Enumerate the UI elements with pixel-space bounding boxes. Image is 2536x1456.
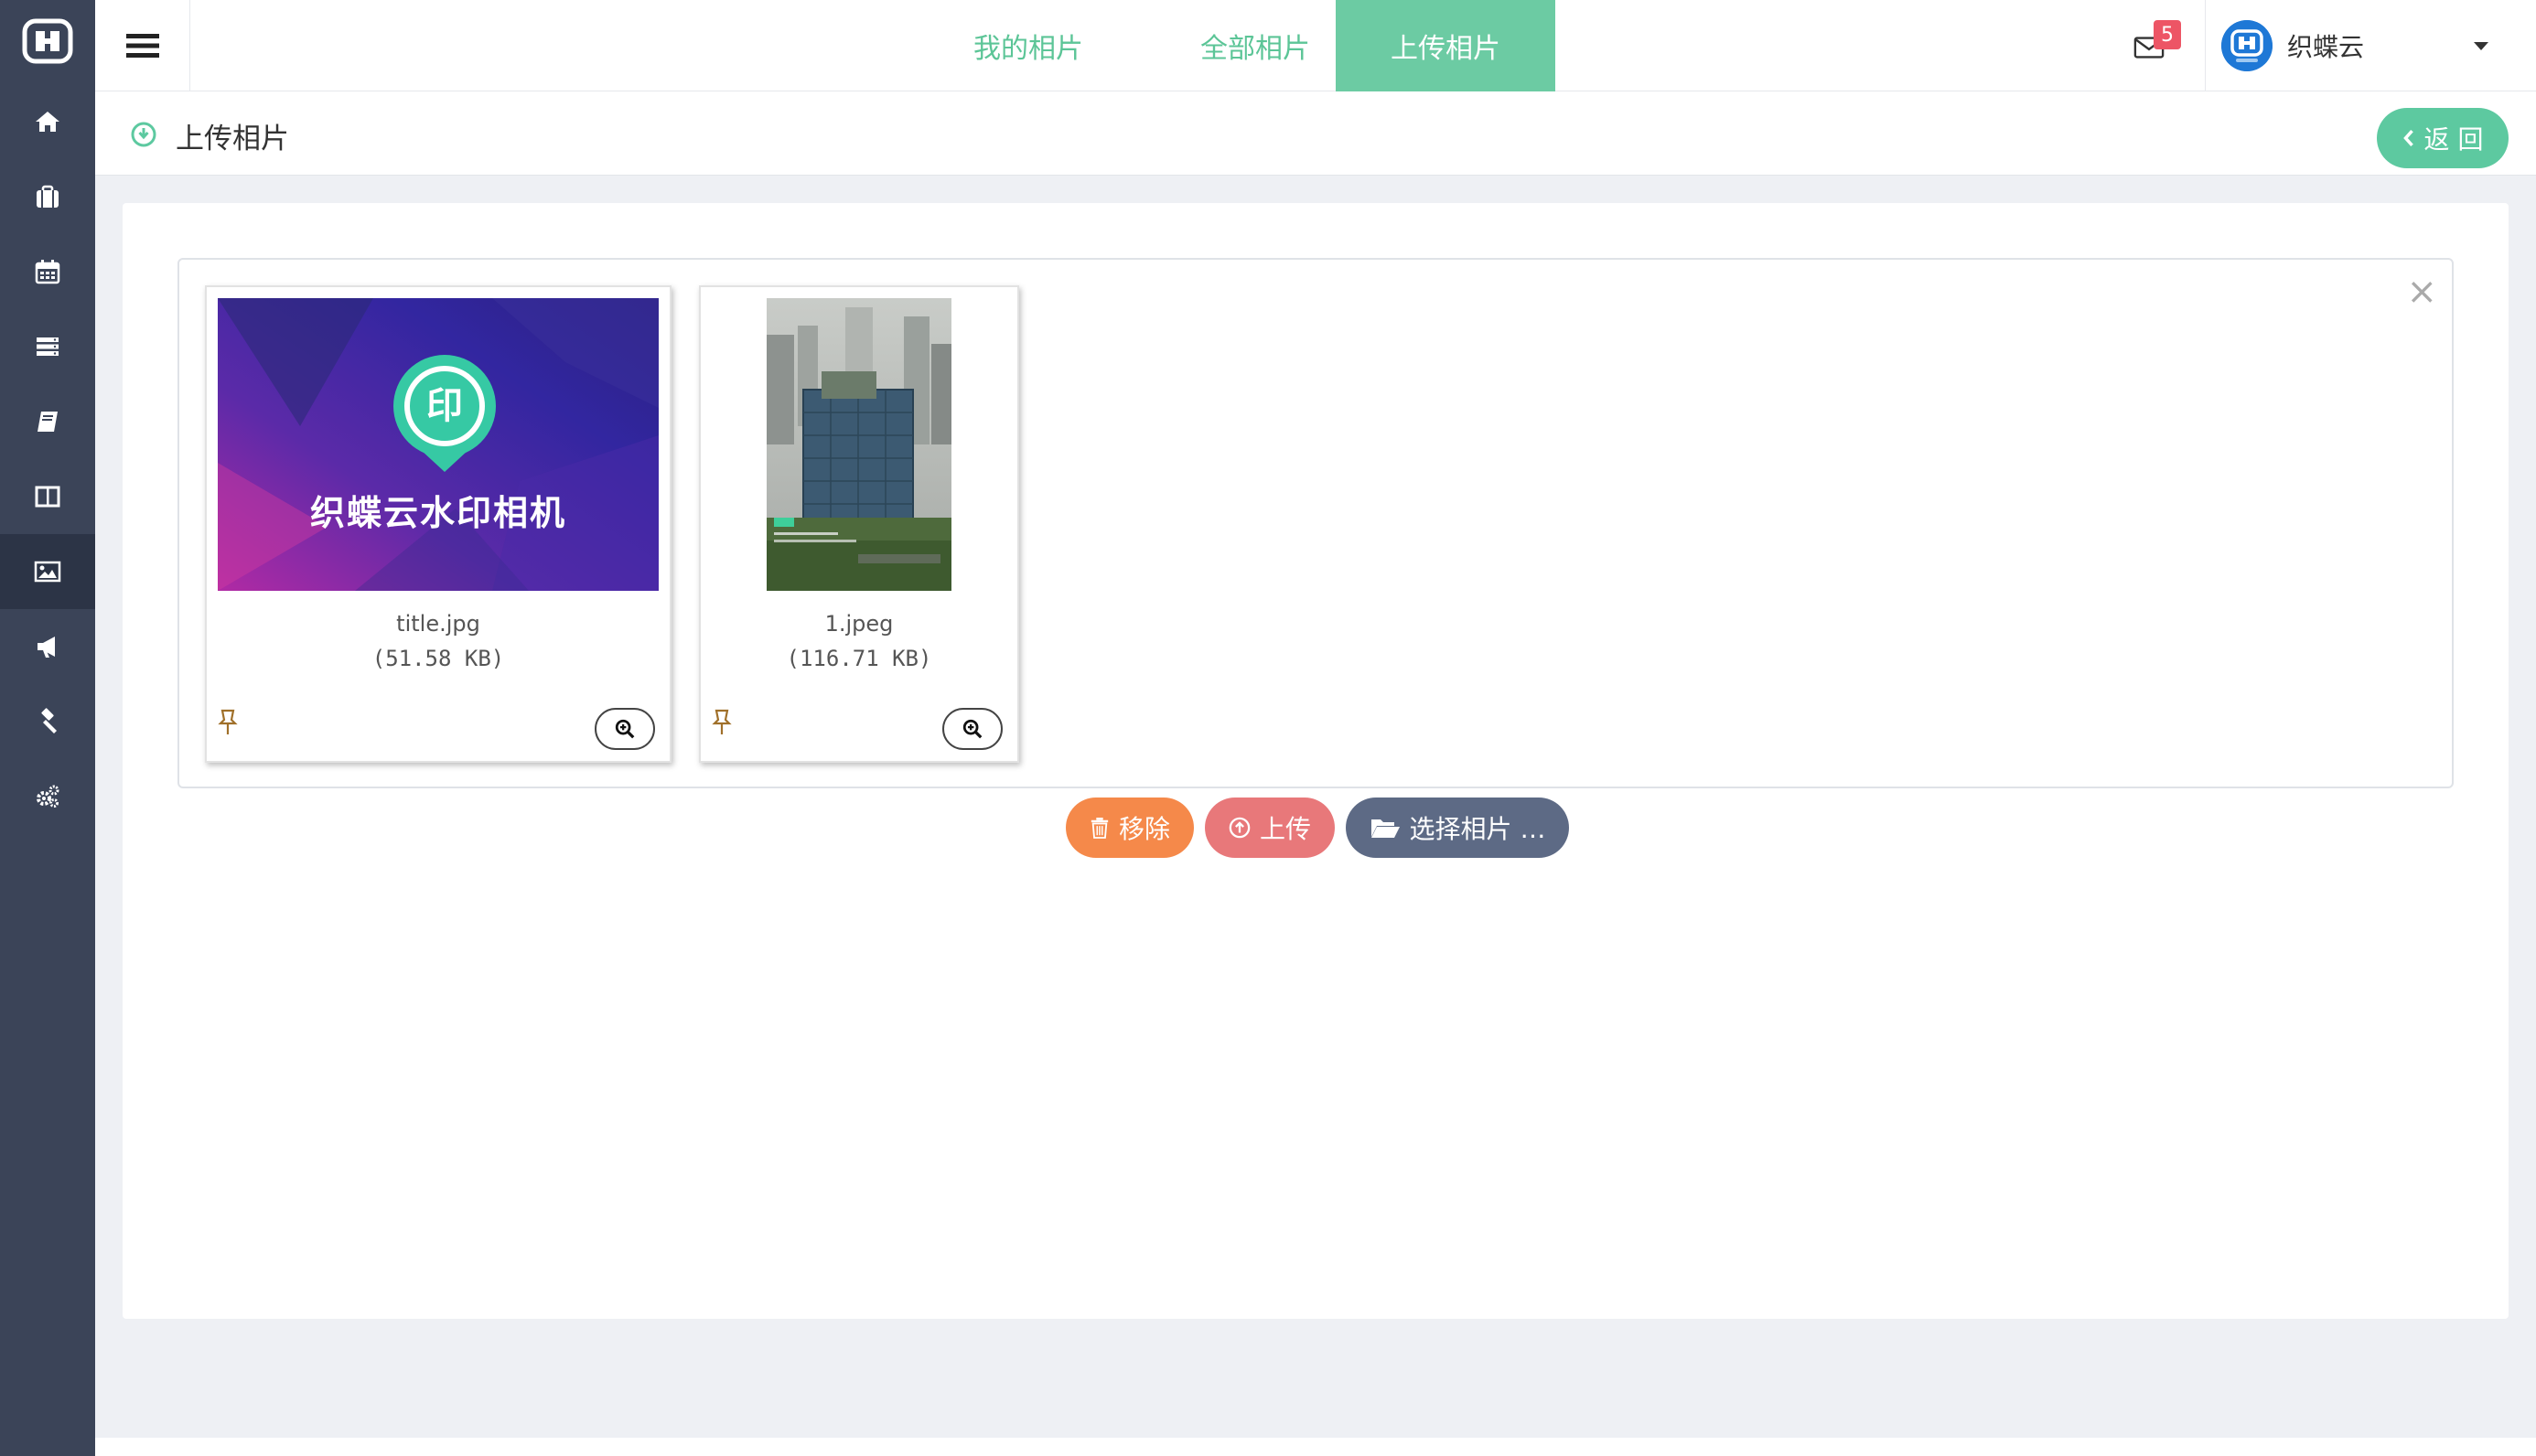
divider xyxy=(2205,0,2206,91)
upload-actions: 移除 上传 选择相片 … xyxy=(1066,798,1569,858)
columns-icon xyxy=(35,486,60,508)
bullhorn-icon xyxy=(38,637,55,658)
trash-icon xyxy=(1091,818,1109,839)
user-menu[interactable]: 织蝶云 xyxy=(2287,27,2364,64)
sidebar-item-home[interactable] xyxy=(0,84,95,159)
zoom-in-icon xyxy=(962,719,983,739)
sidebar-item-photos[interactable] xyxy=(0,534,95,609)
zoom-preview-button[interactable] xyxy=(942,708,1003,750)
book-icon xyxy=(38,412,58,432)
preview-image: 印 织蝶云水印相机 xyxy=(218,298,659,591)
calendar-icon xyxy=(35,260,60,284)
upload-button[interactable]: 上传 xyxy=(1205,798,1335,858)
thumbtack-icon[interactable] xyxy=(216,708,240,737)
file-size: (51.58 KB) xyxy=(371,646,505,671)
preview-image xyxy=(767,298,951,591)
file-size: (116.71 KB) xyxy=(786,646,932,671)
poster-image xyxy=(218,298,659,591)
sidebar-item-columns[interactable] xyxy=(0,459,95,534)
app-logo-icon[interactable] xyxy=(22,18,73,64)
caret-down-icon[interactable] xyxy=(2474,42,2488,50)
avatar[interactable] xyxy=(2221,20,2273,71)
tab-upload-photos[interactable]: 上传相片 xyxy=(1336,0,1555,91)
hamburger-icon xyxy=(125,34,159,58)
sidebar-item-announce[interactable] xyxy=(0,609,95,684)
choose-photos-label: 选择相片 … xyxy=(1409,814,1546,844)
file-drop-zone[interactable]: × 印 织蝶云水印相机 title.jpg (51.58 KB) 1.jpeg … xyxy=(177,258,2454,788)
page-header: 上传相片 返 回 xyxy=(95,91,2536,176)
briefcase-icon xyxy=(37,185,59,208)
remove-button-label: 移除 xyxy=(1118,814,1170,844)
sidebar xyxy=(0,0,95,1456)
tab-my-photos[interactable]: 我的相片 xyxy=(915,0,1142,91)
upload-button-label: 上传 xyxy=(1259,814,1311,844)
sidebar-item-calendar[interactable] xyxy=(0,234,95,309)
construction-photo-image xyxy=(767,298,951,591)
poster-title-text: 织蝶云水印相机 xyxy=(309,493,566,533)
download-circle-icon xyxy=(131,122,156,147)
back-button[interactable]: 返 回 xyxy=(2377,108,2509,168)
zoom-in-icon xyxy=(615,719,635,739)
file-preview-card: 1.jpeg (116.71 KB) xyxy=(699,285,1019,763)
poster-badge-text: 印 xyxy=(426,385,463,427)
sidebar-item-settings[interactable] xyxy=(0,759,95,834)
clear-all-close-icon[interactable]: × xyxy=(2406,271,2437,313)
upload-panel: × 印 织蝶云水印相机 title.jpg (51.58 KB) 1.jpeg … xyxy=(123,203,2509,1319)
sidebar-item-book[interactable] xyxy=(0,384,95,459)
back-button-label: 返 回 xyxy=(2423,124,2484,155)
choose-photos-button[interactable]: 选择相片 … xyxy=(1346,798,1569,858)
messages-button[interactable]: 5 xyxy=(2133,20,2188,71)
home-icon xyxy=(36,112,59,132)
sidebar-item-tools[interactable] xyxy=(0,684,95,759)
thumbtack-icon[interactable] xyxy=(710,708,734,737)
file-name: 1.jpeg xyxy=(824,611,894,637)
page-title: 上传相片 xyxy=(176,123,289,155)
menu-toggle-button[interactable] xyxy=(95,0,190,91)
file-preview-card: 印 织蝶云水印相机 title.jpg (51.58 KB) xyxy=(205,285,672,763)
file-name: title.jpg xyxy=(396,611,480,637)
footer-bar xyxy=(95,1438,2536,1456)
message-count-badge: 5 xyxy=(2154,20,2181,49)
folder-open-icon xyxy=(1370,819,1400,838)
gears-icon xyxy=(37,785,59,808)
tab-all-photos[interactable]: 全部相片 xyxy=(1142,0,1369,91)
server-icon xyxy=(37,337,59,356)
chevron-left-icon xyxy=(2402,129,2413,147)
image-icon xyxy=(34,561,61,583)
sidebar-item-briefcase[interactable] xyxy=(0,159,95,234)
gavel-icon xyxy=(41,708,57,733)
remove-button[interactable]: 移除 xyxy=(1066,798,1194,858)
brand-avatar-icon xyxy=(2221,20,2273,71)
zoom-preview-button[interactable] xyxy=(595,708,655,750)
upload-circle-icon xyxy=(1229,817,1251,839)
sidebar-item-server[interactable] xyxy=(0,309,95,384)
